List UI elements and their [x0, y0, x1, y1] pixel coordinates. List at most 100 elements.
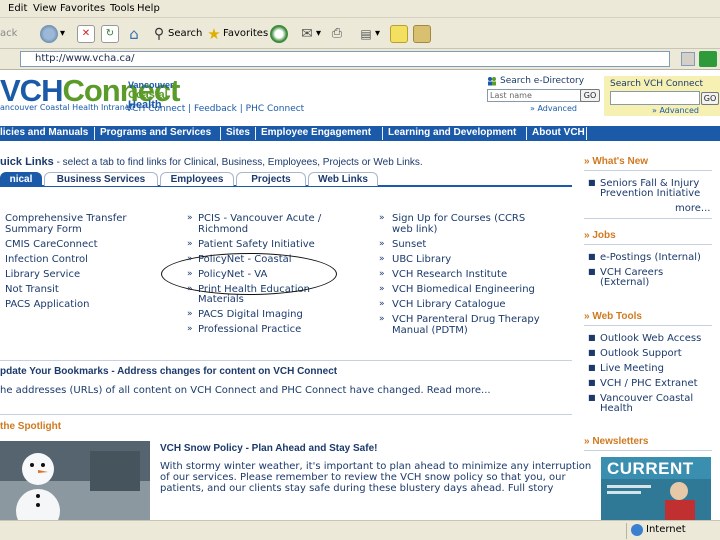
menu-view[interactable]: View [33, 3, 57, 14]
address-input[interactable]: http://www.vcha.ca/ [20, 51, 670, 67]
link-comprehensive-transfer-summary-cont[interactable]: Summary Form [5, 224, 82, 235]
nav-policies-and-manuals[interactable]: licies and Manuals [0, 127, 88, 138]
lastname-input[interactable]: Last name [487, 89, 583, 102]
link-infection-control[interactable]: Infection Control [5, 254, 88, 265]
jobs-heading: » Jobs [584, 230, 616, 241]
tab-web-links[interactable]: Web Links [308, 172, 378, 186]
menu-help[interactable]: Help [137, 3, 160, 14]
bullet-icon: ■ [588, 393, 596, 402]
menu-tools[interactable]: Tools [110, 3, 135, 14]
bullet-icon: ■ [588, 363, 596, 372]
section-divider [584, 244, 712, 245]
link-vch-library-catalogue[interactable]: VCH Library Catalogue [392, 299, 506, 310]
nav-sites[interactable]: Sites [226, 127, 250, 138]
menu-favorites[interactable]: Favorites [60, 3, 105, 14]
bullet-icon: » [187, 309, 193, 319]
link-vch-parenteral-drug-therapy-cont[interactable]: Manual (PDTM) [392, 325, 468, 336]
search-button[interactable]: ⚲ Search [150, 23, 203, 44]
tab-business-services[interactable]: Business Services [44, 172, 158, 186]
edirectory-go-button[interactable]: GO [580, 89, 600, 102]
vch-search-advanced-link[interactable]: » Advanced [652, 106, 699, 115]
link-comprehensive-transfer-summary[interactable]: Comprehensive Transfer [5, 213, 127, 224]
back-button[interactable]: ack [0, 23, 17, 44]
whats-new-heading: » What's New [584, 156, 649, 167]
vch-search-go-button[interactable]: GO [701, 92, 719, 105]
bullet-icon: » [379, 299, 385, 309]
notes-button[interactable] [390, 23, 408, 44]
link-library-service[interactable]: Library Service [5, 269, 80, 280]
folder-icon [413, 24, 431, 43]
section-divider [0, 414, 572, 415]
snow-policy-headline[interactable]: VCH Snow Policy - Plan Ahead and Stay Sa… [160, 443, 377, 454]
link-ubc-library[interactable]: UBC Library [392, 254, 451, 265]
forward-button[interactable]: ▾ [40, 23, 65, 44]
print-button[interactable]: ⎙ [328, 23, 346, 44]
link-vch-research-institute[interactable]: VCH Research Institute [392, 269, 507, 280]
nav-divider [255, 127, 256, 140]
refresh-button[interactable]: ↻ [101, 23, 119, 44]
document-icon: ▤ [360, 26, 372, 41]
tab-projects[interactable]: Projects [236, 172, 306, 186]
section-divider [584, 170, 712, 171]
link-print-health-education-cont[interactable]: Materials [198, 294, 244, 305]
address-dropdown-button[interactable] [681, 52, 695, 66]
snow-policy-text: of our services. Please remember to revi… [160, 472, 566, 483]
link-pcis-cont[interactable]: Richmond [198, 224, 248, 235]
link-vch-careers-cont[interactable]: (External) [600, 277, 649, 288]
edit-button[interactable]: ▤ ▾ [357, 23, 380, 44]
favorites-button[interactable]: ★ Favorites [205, 23, 268, 44]
whats-new-more-link[interactable]: more... [675, 203, 710, 214]
quick-links-tabs: nical Business Services Employees Projec… [0, 172, 572, 187]
link-vancouver-coastal-health-cont[interactable]: Health [600, 403, 633, 414]
history-button[interactable] [270, 23, 288, 44]
link-vch-phc-extranet[interactable]: VCH / PHC Extranet [600, 378, 698, 389]
link-sign-up-for-courses[interactable]: Sign Up for Courses (CCRS [392, 213, 525, 224]
tab-clinical[interactable]: nical [0, 172, 42, 186]
link-sign-up-for-courses-cont[interactable]: web link) [392, 224, 437, 235]
tab-employees[interactable]: Employees [160, 172, 234, 186]
forward-icon [40, 24, 58, 43]
bookmarks-text[interactable]: he addresses (URLs) of all content on VC… [0, 385, 491, 396]
current-newsletter-cover[interactable]: CURRENT [601, 457, 711, 520]
vch-search-input[interactable] [610, 91, 700, 105]
nav-learning-and-development[interactable]: Learning and Development [388, 127, 516, 138]
printer-icon: ⎙ [331, 25, 343, 41]
link-cmis-careconnect[interactable]: CMIS CareConnect [5, 239, 98, 250]
link-sunset[interactable]: Sunset [392, 239, 426, 250]
link-outlook-support[interactable]: Outlook Support [600, 348, 682, 359]
messenger-button[interactable] [413, 23, 431, 44]
nav-programs-and-services[interactable]: Programs and Services [100, 127, 211, 138]
edirectory-advanced-link[interactable]: » Advanced [530, 104, 577, 113]
link-vch-parenteral-drug-therapy[interactable]: VCH Parenteral Drug Therapy [392, 314, 540, 325]
home-button[interactable]: ⌂ [125, 23, 143, 44]
link-professional-practice[interactable]: Professional Practice [198, 324, 301, 335]
link-pcis[interactable]: PCIS - Vancouver Acute / [198, 213, 321, 224]
bullet-icon: ■ [588, 378, 596, 387]
nav-about-vch[interactable]: About VCH [532, 127, 585, 138]
section-divider [584, 218, 712, 219]
link-pacs-digital-imaging[interactable]: PACS Digital Imaging [198, 309, 303, 320]
header-links[interactable]: VCH Connect | Feedback | PHC Connect [126, 104, 304, 114]
mail-button[interactable]: ✉ ▾ [298, 23, 321, 44]
globe-icon [631, 524, 643, 536]
link-patient-safety-initiative[interactable]: Patient Safety Initiative [198, 239, 315, 250]
vch-search-title: Search VCH Connect [610, 79, 704, 89]
link-vch-biomedical-engineering[interactable]: VCH Biomedical Engineering [392, 284, 535, 295]
address-go-button[interactable] [699, 51, 717, 67]
web-tools-heading: » Web Tools [584, 311, 642, 322]
menu-edit[interactable]: Edit [8, 3, 27, 14]
link-outlook-web-access[interactable]: Outlook Web Access [600, 333, 701, 344]
bookmarks-heading: pdate Your Bookmarks - Address changes f… [0, 366, 338, 377]
link-not-transit[interactable]: Not Transit [5, 284, 59, 295]
bullet-icon: » [187, 324, 193, 334]
edirectory-title: Search e-Directory [500, 76, 585, 86]
link-live-meeting[interactable]: Live Meeting [600, 363, 664, 374]
snow-policy-text[interactable]: patients, and our clients stay safe duri… [160, 483, 553, 494]
link-seniors-fall-cont[interactable]: Prevention Initiative [600, 188, 700, 199]
browser-toolbar: ack ▾ ✕ ↻ ⌂ ⚲ Search ★ Favorites ✉ ▾ ⎙ ▤ ▾ [0, 18, 720, 49]
link-pacs-application[interactable]: PACS Application [5, 299, 89, 310]
bullet-icon: » [379, 239, 385, 249]
stop-button[interactable]: ✕ [77, 23, 95, 44]
nav-employee-engagement[interactable]: Employee Engagement [261, 127, 371, 138]
link-e-postings[interactable]: e-Postings (Internal) [600, 252, 701, 263]
